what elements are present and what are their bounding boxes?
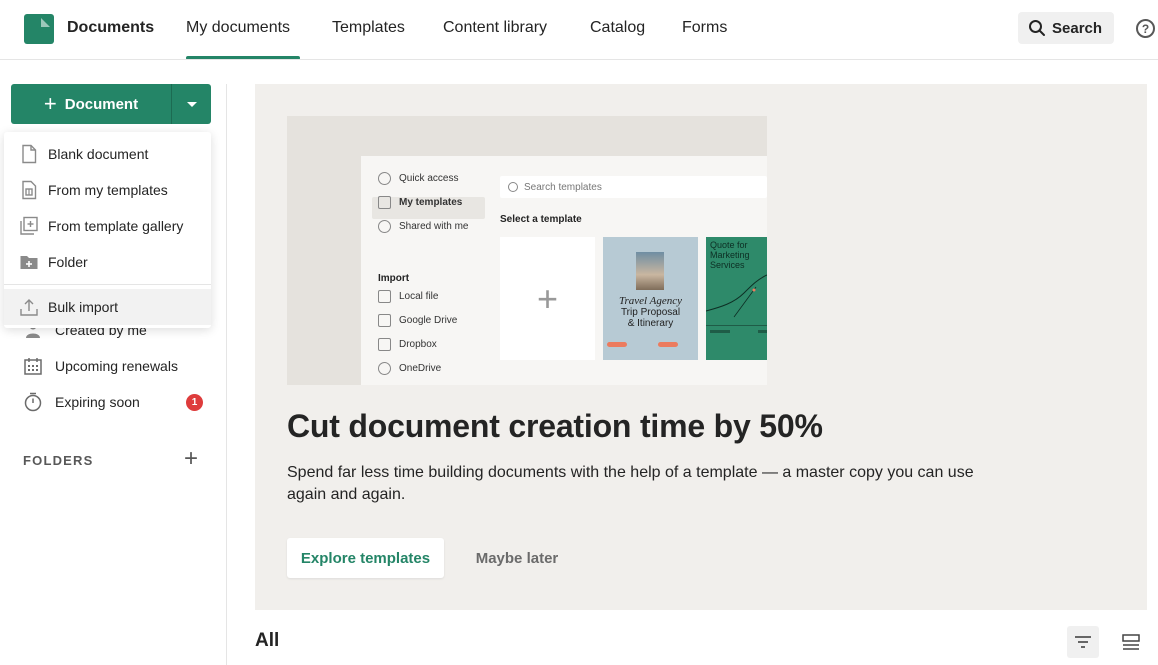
preview-quote-template-card: Quote for Marketing Services — [706, 237, 767, 360]
clock-icon — [378, 172, 391, 185]
create-document-button[interactable]: + Document — [11, 84, 211, 124]
upload-icon — [20, 299, 38, 316]
maybe-later-button[interactable]: Maybe later — [465, 538, 569, 578]
quote-footer-mark — [758, 330, 767, 333]
tab-templates[interactable]: Templates — [332, 19, 405, 37]
dropbox-icon — [378, 338, 391, 351]
chevron-down-icon[interactable] — [172, 84, 211, 124]
my-templates-icon — [22, 180, 37, 200]
menu-item-blank-document[interactable]: Blank document — [4, 136, 211, 172]
template-icon — [378, 196, 391, 209]
explore-templates-button[interactable]: Explore templates — [287, 538, 444, 578]
menu-item-from-template-gallery[interactable]: From template gallery — [4, 208, 211, 244]
app-title: Documents — [67, 19, 155, 36]
plus-icon: + — [43, 91, 57, 116]
menu-divider — [4, 284, 211, 285]
search-button[interactable]: Search — [1018, 12, 1114, 44]
filter-icon — [1075, 636, 1091, 648]
search-icon — [508, 182, 518, 192]
menu-item-label: Folder — [48, 254, 88, 270]
preview-search-placeholder: Search templates — [524, 181, 602, 193]
upload-icon — [378, 290, 391, 303]
sidebar-divider — [226, 84, 227, 665]
template-picker-preview: Quick access My templates Shared with me… — [287, 116, 767, 385]
preview-import-google-drive: Google Drive — [378, 314, 457, 327]
topbar-divider — [0, 59, 1158, 60]
quote-footer-mark — [710, 330, 730, 333]
help-icon[interactable]: ? — [1136, 19, 1155, 38]
preview-import-onedrive: OneDrive — [378, 362, 441, 375]
document-list-title: All — [255, 630, 280, 651]
travel-template-subtitle: Trip Proposal — [620, 307, 681, 318]
expiring-count-badge: 1 — [186, 394, 203, 411]
calendar-icon — [24, 358, 42, 375]
quote-chart-graphic — [706, 274, 767, 318]
people-icon — [378, 220, 391, 233]
preview-label: Shared with me — [399, 221, 469, 232]
preview-label: My templates — [399, 197, 463, 208]
menu-item-bulk-import[interactable]: Bulk import — [4, 289, 211, 325]
add-folder-button[interactable]: + — [181, 447, 201, 471]
preview-import-heading: Import — [378, 273, 410, 284]
template-gallery-icon — [20, 216, 38, 235]
travel-template-title: Travel Agency — [618, 295, 683, 307]
tab-content-library[interactable]: Content library — [443, 19, 547, 37]
travel-pill — [607, 342, 627, 347]
tab-catalog[interactable]: Catalog — [590, 19, 645, 37]
folders-heading: FOLDERS — [23, 453, 94, 468]
top-navigation: Documents My documents Templates Content… — [0, 0, 1158, 60]
preview-import-local: Local file — [378, 290, 438, 303]
menu-item-label: Bulk import — [48, 299, 119, 315]
preview-label: Quick access — [399, 173, 459, 184]
preview-blank-template-card: + — [500, 237, 595, 360]
folder-add-icon — [20, 256, 38, 269]
preview-nav-my-templates: My templates — [378, 196, 462, 209]
blank-document-icon — [22, 144, 37, 164]
menu-item-label: Blank document — [48, 146, 149, 162]
banner-subtext: Spend far less time building documents w… — [287, 464, 974, 503]
preview-select-heading: Select a template — [500, 214, 582, 225]
preview-import-dropbox: Dropbox — [378, 338, 437, 351]
create-document-dropdown: Blank document From my templates From te… — [4, 132, 211, 328]
quote-template-title: Quote for Marketing Services — [710, 240, 750, 270]
list-view-icon — [1122, 634, 1140, 650]
sidebar-item-label: Upcoming renewals — [55, 358, 178, 374]
filter-button[interactable] — [1067, 626, 1099, 658]
stopwatch-icon — [24, 392, 42, 412]
preview-label: Google Drive — [399, 315, 458, 326]
preview-label: OneDrive — [399, 363, 442, 374]
banner-headline: Cut document creation time by 50% — [287, 408, 823, 444]
tab-forms[interactable]: Forms — [682, 19, 727, 37]
list-view-toggle[interactable] — [1115, 626, 1147, 658]
travel-pill — [658, 342, 678, 347]
preview-label: Dropbox — [399, 339, 437, 350]
preview-search-field: Search templates — [500, 176, 767, 198]
tab-my-documents[interactable]: My documents — [186, 19, 290, 37]
templates-promo-banner: Quick access My templates Shared with me… — [255, 84, 1147, 610]
documents-logo-icon[interactable] — [24, 14, 54, 44]
travel-template-subtitle-2: & Itinerary — [627, 318, 674, 329]
menu-item-folder[interactable]: Folder — [4, 244, 211, 280]
google-drive-icon — [378, 314, 391, 327]
cloud-icon — [378, 362, 391, 375]
create-document-label: Document — [64, 95, 139, 113]
sidebar-item-expiring-soon[interactable]: Expiring soon — [23, 390, 140, 414]
create-document-main[interactable]: + Document — [11, 84, 171, 124]
sidebar-item-upcoming-renewals[interactable]: Upcoming renewals — [23, 354, 178, 378]
preview-nav-shared: Shared with me — [378, 220, 468, 233]
sidebar-item-label: Expiring soon — [55, 394, 140, 410]
menu-item-from-my-templates[interactable]: From my templates — [4, 172, 211, 208]
travel-photo — [636, 252, 664, 290]
quote-divider — [706, 325, 767, 326]
preview-nav-quick-access: Quick access — [378, 172, 458, 185]
search-icon — [1029, 20, 1045, 36]
search-label: Search — [1052, 19, 1103, 37]
menu-item-label: From my templates — [48, 182, 168, 198]
preview-travel-template-card: Travel Agency Trip Proposal & Itinerary — [603, 237, 698, 360]
menu-item-label: From template gallery — [48, 218, 184, 234]
preview-panel: Quick access My templates Shared with me… — [361, 156, 767, 385]
preview-label: Local file — [399, 291, 439, 302]
